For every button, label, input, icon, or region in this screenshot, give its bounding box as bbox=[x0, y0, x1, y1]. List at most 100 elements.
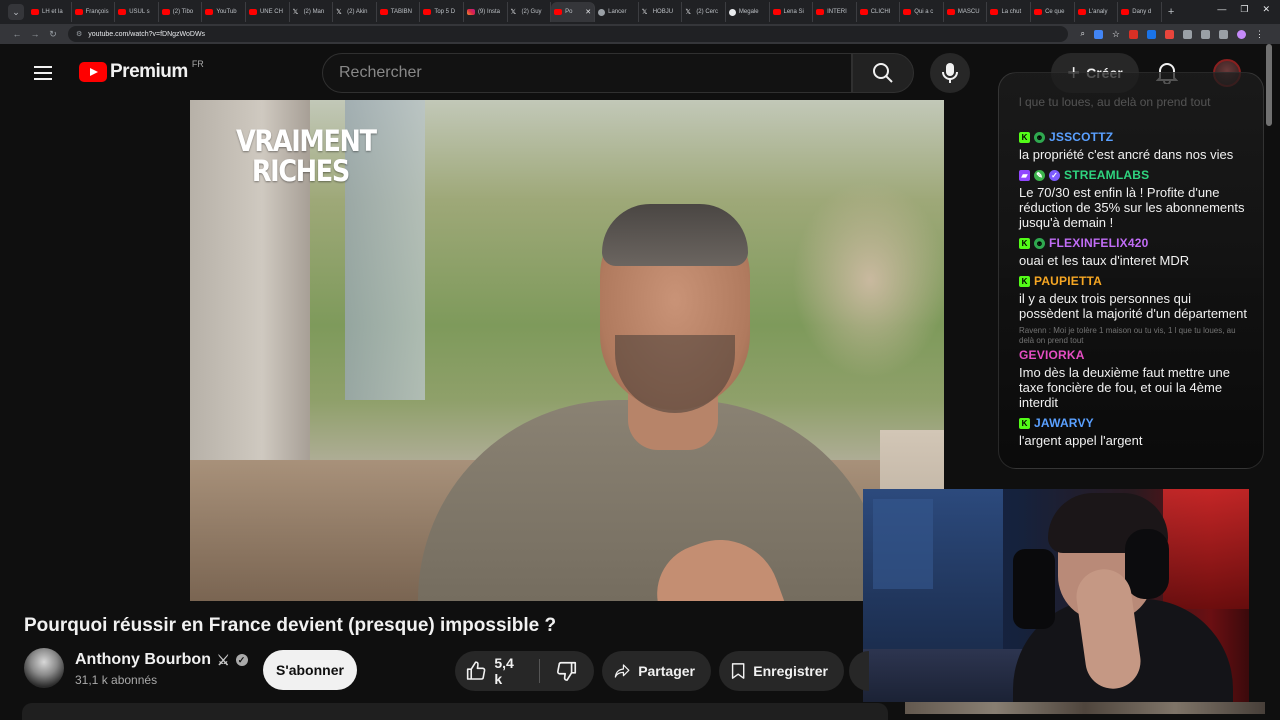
menu-icon[interactable] bbox=[34, 66, 52, 84]
browser-tab[interactable]: Lena Si bbox=[770, 2, 814, 22]
browser-tab[interactable]: Megale bbox=[726, 2, 770, 22]
video-description-box[interactable] bbox=[22, 703, 888, 720]
more-actions-button[interactable] bbox=[849, 651, 869, 691]
chat-username[interactable]: GEVIORKA bbox=[1019, 348, 1085, 362]
profile-icon[interactable] bbox=[1237, 29, 1246, 39]
tab-label: USUL s bbox=[129, 9, 150, 15]
minimize-icon[interactable]: — bbox=[1217, 4, 1226, 15]
site-info-icon[interactable]: ⚙ bbox=[76, 30, 82, 38]
dislike-button[interactable] bbox=[539, 651, 594, 691]
extension-red-icon[interactable] bbox=[1129, 29, 1138, 39]
browser-tab[interactable]: 𝕏 (2) Man bbox=[290, 2, 334, 22]
youtube-favicon-icon bbox=[946, 9, 955, 15]
browser-tab[interactable]: (2) Tibo bbox=[159, 2, 203, 22]
chat-username[interactable]: JSSCOTTZ bbox=[1049, 130, 1113, 144]
search-button[interactable] bbox=[852, 53, 914, 93]
browser-tab[interactable]: USUL s bbox=[115, 2, 159, 22]
channel-name-row[interactable]: Anthony Bourbon ⚔ ✓ bbox=[75, 651, 248, 669]
share-button[interactable]: Partager bbox=[602, 651, 711, 691]
chat-username[interactable]: STREAMLABS bbox=[1064, 168, 1149, 182]
search-page-icon[interactable]: ⌕ bbox=[1080, 29, 1084, 39]
browser-tab[interactable]: François bbox=[72, 2, 116, 22]
voice-search-button[interactable] bbox=[930, 53, 970, 93]
restore-icon[interactable]: ❐ bbox=[1240, 4, 1248, 15]
youtube-favicon-icon bbox=[74, 9, 83, 15]
bookmark-star-icon[interactable]: ☆ bbox=[1112, 29, 1120, 40]
video-title: Pourquoi réussir en France devient (pres… bbox=[24, 615, 557, 636]
browser-tab[interactable]: Top 5 D bbox=[420, 2, 464, 22]
browser-tab[interactable]: MASCU bbox=[944, 2, 988, 22]
browser-tab[interactable]: YouTub bbox=[202, 2, 246, 22]
reload-icon[interactable]: ↻ bbox=[44, 29, 62, 40]
browser-tab[interactable]: Po ✕ bbox=[551, 2, 596, 22]
window-controls: — ❐ ✕ bbox=[1217, 4, 1270, 15]
browser-tab[interactable]: (9) Insta bbox=[464, 2, 508, 22]
extensions-puzzle-icon[interactable] bbox=[1201, 29, 1210, 39]
verified-badge-icon: ✓ bbox=[1049, 169, 1060, 181]
extension-pink-icon[interactable] bbox=[1165, 29, 1174, 39]
browser-tab[interactable]: Dany d bbox=[1118, 2, 1162, 22]
webcam-overlay bbox=[863, 489, 1249, 702]
browser-tab[interactable]: CLICHI bbox=[857, 2, 901, 22]
chat-username[interactable]: JAWARVY bbox=[1034, 416, 1094, 430]
tab-label: INTERI bbox=[827, 9, 847, 15]
tab-list: LH et la François USUL s (2) Tibo YouTub UNE … bbox=[28, 2, 1162, 22]
browser-tab[interactable]: 𝕏 (2) Guy bbox=[508, 2, 552, 22]
tab-label: La chut bbox=[1001, 9, 1022, 15]
save-button[interactable]: Enregistrer bbox=[719, 651, 844, 691]
tab-label: Top 5 D bbox=[434, 9, 456, 15]
browser-tab[interactable]: TABIBN bbox=[377, 2, 421, 22]
subscribe-button[interactable]: S'abonner bbox=[263, 650, 357, 690]
extension-blue-icon[interactable] bbox=[1147, 29, 1156, 39]
browser-tab[interactable]: Qui a c bbox=[900, 2, 944, 22]
downloads-icon[interactable] bbox=[1219, 29, 1228, 39]
page-scrollbar[interactable] bbox=[1266, 44, 1272, 126]
tab-label: (2) Tibo bbox=[172, 9, 194, 15]
recommended-thumbnails-strip[interactable] bbox=[905, 702, 1265, 714]
new-tab-button[interactable]: + bbox=[1168, 6, 1174, 18]
browser-tab[interactable]: La chut bbox=[987, 2, 1032, 22]
channel-avatar[interactable] bbox=[24, 648, 64, 688]
browser-tab[interactable]: INTERI bbox=[813, 2, 857, 22]
x-favicon-icon: 𝕏 bbox=[641, 8, 648, 16]
browser-tab[interactable]: 𝕏 HOBJU bbox=[639, 2, 683, 22]
tab-label: YouTub bbox=[216, 9, 237, 15]
youtube-premium-logo[interactable]: Premium FR bbox=[79, 59, 204, 83]
browser-tab[interactable]: Lancer bbox=[595, 2, 639, 22]
tab-close-icon[interactable]: ✕ bbox=[585, 8, 591, 16]
chat-message: K ☻ JSSCOTTZ la propriété c'est ancré dans … bbox=[1019, 129, 1249, 162]
like-count: 5,4 k bbox=[494, 655, 514, 687]
browser-tab[interactable]: UNE CH bbox=[246, 2, 290, 22]
browser-tab[interactable]: 𝕏 (2) Akin bbox=[333, 2, 377, 22]
close-window-icon[interactable]: ✕ bbox=[1262, 4, 1270, 15]
browser-tab[interactable]: 𝕏 (2) Cerc bbox=[682, 2, 726, 22]
country-code: FR bbox=[191, 59, 204, 69]
youtube-favicon-icon bbox=[205, 9, 214, 15]
back-icon[interactable]: ← bbox=[8, 29, 26, 39]
tab-label: Dany d bbox=[1132, 9, 1152, 15]
x-favicon-icon: 𝕏 bbox=[292, 8, 299, 16]
browser-tab[interactable]: L'analy bbox=[1075, 2, 1119, 22]
chat-username[interactable]: FLEXINFELIX420 bbox=[1049, 236, 1149, 250]
chat-user-line: K PAUPIETTA bbox=[1019, 273, 1249, 289]
search-input[interactable]: Rechercher bbox=[322, 53, 852, 93]
video-player[interactable]: VRAIMENT RICHES bbox=[190, 100, 944, 601]
address-bar[interactable]: ⚙ youtube.com/watch?v=fDNgzWoDWs bbox=[68, 26, 1068, 42]
channel-name[interactable]: Anthony Bourbon bbox=[75, 651, 211, 669]
browser-tab[interactable]: LH et la bbox=[28, 2, 72, 22]
chat-message-list: K ☻ JSSCOTTZ la propriété c'est ancré dans … bbox=[1019, 129, 1249, 448]
translate-icon[interactable] bbox=[1093, 29, 1103, 39]
tab-search-button[interactable]: ⌄ bbox=[8, 4, 24, 20]
browser-tab[interactable]: Ce que bbox=[1031, 2, 1075, 22]
youtube-favicon-icon bbox=[31, 9, 39, 15]
forward-icon[interactable]: → bbox=[26, 29, 44, 39]
youtube-favicon-icon bbox=[816, 9, 825, 15]
youtube-favicon-icon bbox=[1034, 9, 1043, 15]
youtube-favicon-icon bbox=[990, 9, 999, 15]
tab-label: HOBJU bbox=[652, 9, 674, 15]
tab-label: MASCU bbox=[957, 9, 980, 15]
like-button[interactable]: 5,4 k bbox=[455, 651, 525, 691]
extension-grey-icon[interactable] bbox=[1183, 29, 1192, 39]
chat-username[interactable]: PAUPIETTA bbox=[1034, 274, 1102, 288]
browser-menu-icon[interactable]: ⋮ bbox=[1255, 29, 1264, 40]
